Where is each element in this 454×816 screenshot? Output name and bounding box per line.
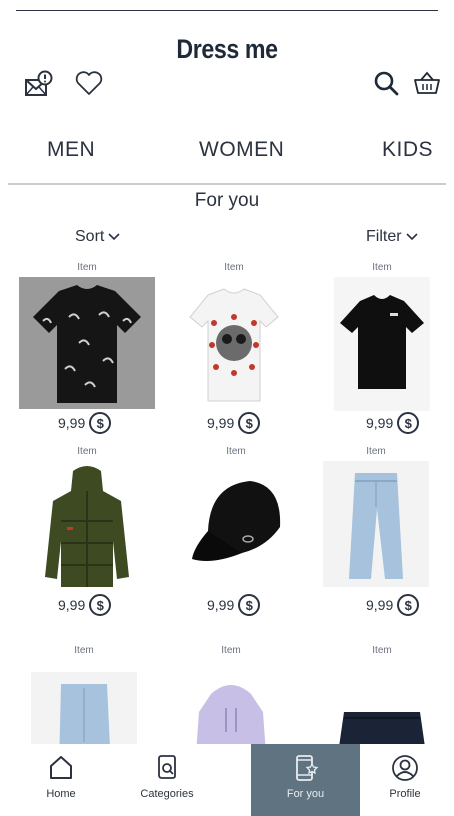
price-value: 9,99 xyxy=(207,415,235,431)
product-price: 9,99 $ xyxy=(366,594,420,616)
sort-button[interactable]: Sort xyxy=(75,228,120,246)
black-patterned-tshirt-image xyxy=(19,277,155,409)
currency-icon: $ xyxy=(397,594,420,616)
tab-women[interactable]: WOMEN xyxy=(199,138,284,162)
product-price: 9,99 $ xyxy=(58,412,112,434)
top-divider xyxy=(16,10,438,11)
product-label: Item xyxy=(77,262,97,273)
tabs-divider xyxy=(8,183,446,185)
nav-label: Categories xyxy=(140,788,194,800)
search-icon[interactable] xyxy=(372,68,402,98)
currency-icon: $ xyxy=(89,594,112,616)
currency-icon: $ xyxy=(89,412,112,434)
tab-kids[interactable]: KIDS xyxy=(382,138,433,162)
currency-icon: $ xyxy=(397,412,420,434)
price-value: 9,99 xyxy=(58,415,86,431)
product-card[interactable]: Item xyxy=(164,262,304,409)
price-value: 9,99 xyxy=(366,415,394,431)
heart-icon[interactable] xyxy=(74,68,104,98)
tab-men[interactable]: MEN xyxy=(47,138,95,162)
filter-button[interactable]: Filter xyxy=(366,228,418,246)
nav-label: Profile xyxy=(389,788,421,800)
product-card[interactable]: Item xyxy=(306,446,446,587)
product-label: Item xyxy=(372,645,392,656)
nav-profile[interactable]: Profile xyxy=(360,744,450,816)
product-price: 9,99 $ xyxy=(366,412,420,434)
profile-icon xyxy=(392,755,418,781)
currency-icon: $ xyxy=(238,594,261,616)
basket-icon[interactable] xyxy=(412,68,442,98)
mail-alert-icon[interactable] xyxy=(24,70,54,100)
product-price: 9,99 $ xyxy=(58,594,112,616)
light-blue-jeans-image xyxy=(323,461,429,587)
product-price: 9,99 $ xyxy=(207,594,261,616)
product-card[interactable]: Item xyxy=(17,446,157,595)
chevron-down-icon xyxy=(405,233,418,241)
white-skull-tshirt-image xyxy=(184,277,284,409)
categories-icon xyxy=(158,755,176,779)
chevron-down-icon xyxy=(108,233,120,241)
section-title: For you xyxy=(194,190,260,211)
product-card[interactable]: Item xyxy=(166,446,306,581)
black-tshirt-image xyxy=(334,277,430,411)
product-label: Item xyxy=(74,645,94,656)
product-label: Item xyxy=(226,446,246,457)
product-price: 9,99 $ xyxy=(207,412,261,434)
app-title: Dress me xyxy=(176,34,278,64)
black-cap-image xyxy=(186,461,286,581)
category-tabs: MEN WOMEN KIDS xyxy=(0,138,454,168)
product-label: Item xyxy=(77,446,97,457)
olive-puffer-jacket-image xyxy=(37,461,137,595)
price-value: 9,99 xyxy=(58,597,86,613)
nav-home[interactable]: Home xyxy=(16,744,106,816)
sort-label: Sort xyxy=(75,228,105,245)
filter-label: Filter xyxy=(366,228,402,245)
product-label: Item xyxy=(372,262,392,273)
currency-icon: $ xyxy=(238,412,261,434)
nav-for-you[interactable]: For you xyxy=(251,744,360,816)
product-label: Item xyxy=(224,262,244,273)
nav-categories[interactable]: Categories xyxy=(122,744,212,816)
bottom-nav: Home Categories For you Profile xyxy=(0,744,454,816)
product-card[interactable]: Item xyxy=(312,262,452,411)
nav-label: For you xyxy=(286,788,325,800)
product-card[interactable]: Item xyxy=(17,262,157,409)
home-icon xyxy=(50,756,72,779)
product-label: Item xyxy=(366,446,386,457)
phone-star-icon xyxy=(295,755,318,781)
product-label: Item xyxy=(221,645,241,656)
nav-label: Home xyxy=(46,788,76,800)
price-value: 9,99 xyxy=(207,597,235,613)
price-value: 9,99 xyxy=(366,597,394,613)
